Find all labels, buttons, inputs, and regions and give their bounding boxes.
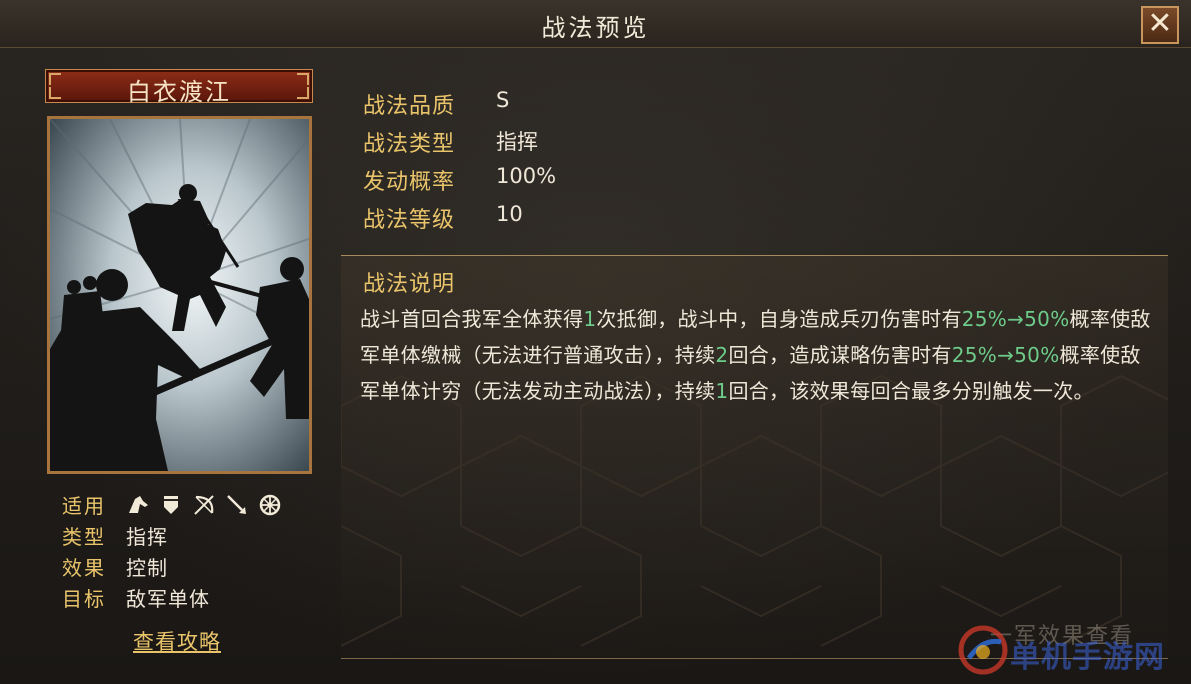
description-highlight: 1 <box>715 379 729 403</box>
description-segment: 战斗首回合我军全体获得 <box>360 307 584 331</box>
site-logo-icon <box>955 622 1011 678</box>
property-label: 战法类型 <box>363 132 456 157</box>
meta-label: 目标 <box>62 587 106 611</box>
skill-description-panel: 战法说明 战斗首回合我军全体获得1次抵御，战斗中，自身造成兵刃伤害时有25%→5… <box>341 255 1168 659</box>
property-value: 10 <box>496 202 523 226</box>
meta-value: 控制 <box>126 556 168 580</box>
view-guide-link[interactable]: 查看攻略 <box>133 626 221 656</box>
property-label: 战法品质 <box>363 94 456 119</box>
description-title: 战法说明 <box>363 272 456 297</box>
skill-description: 战斗首回合我军全体获得1次抵御，战斗中，自身造成兵刃伤害时有25%→50%概率使… <box>360 301 1160 409</box>
property-label: 战法等级 <box>363 208 456 233</box>
description-segment: 次抵御，战斗中，自身造成兵刃伤害时有 <box>596 307 962 331</box>
site-logo-text: 单机手游网 <box>1010 640 1165 675</box>
troop-type-icons <box>126 493 282 517</box>
spear-icon <box>225 493 249 517</box>
cavalry-icon <box>126 493 150 517</box>
meta-value: 敌军单体 <box>126 587 210 611</box>
skill-name: 白衣渡江 <box>127 78 231 106</box>
description-highlight: 1 <box>583 307 597 331</box>
property-label: 发动概率 <box>363 170 456 195</box>
shield-icon <box>159 493 183 517</box>
description-segment: 回合，造成谋略伤害时有 <box>728 343 952 367</box>
dialog-title: 战法预览 <box>541 14 650 42</box>
skill-illustration <box>47 116 312 474</box>
meta-label: 类型 <box>62 525 106 549</box>
description-highlight: 2 <box>715 343 729 367</box>
meta-value: 指挥 <box>126 525 168 549</box>
skill-name-plate: 白衣渡江 <box>45 69 313 106</box>
description-segment: 回合，该效果每回合最多分别触发一次。 <box>728 379 1094 403</box>
property-value: 100% <box>496 164 557 188</box>
property-value: S <box>496 88 510 112</box>
meta-label: 效果 <box>62 556 106 580</box>
property-value: 指挥 <box>496 130 538 154</box>
meta-label: 适用 <box>62 494 106 518</box>
description-highlight: 25%→50% <box>951 343 1060 367</box>
bow-icon <box>192 493 216 517</box>
close-button[interactable]: ✕ <box>1141 6 1179 44</box>
skill-preview-dialog: 战法预览 ✕ 白衣渡江 战法品质 S 战法类型 指挥 发动概率 100% 战法等… <box>0 0 1191 684</box>
description-highlight: 25%→50% <box>961 307 1070 331</box>
siege-icon <box>258 493 282 517</box>
skill-artwork <box>50 119 309 471</box>
title-bar: 战法预览 ✕ <box>0 0 1191 48</box>
